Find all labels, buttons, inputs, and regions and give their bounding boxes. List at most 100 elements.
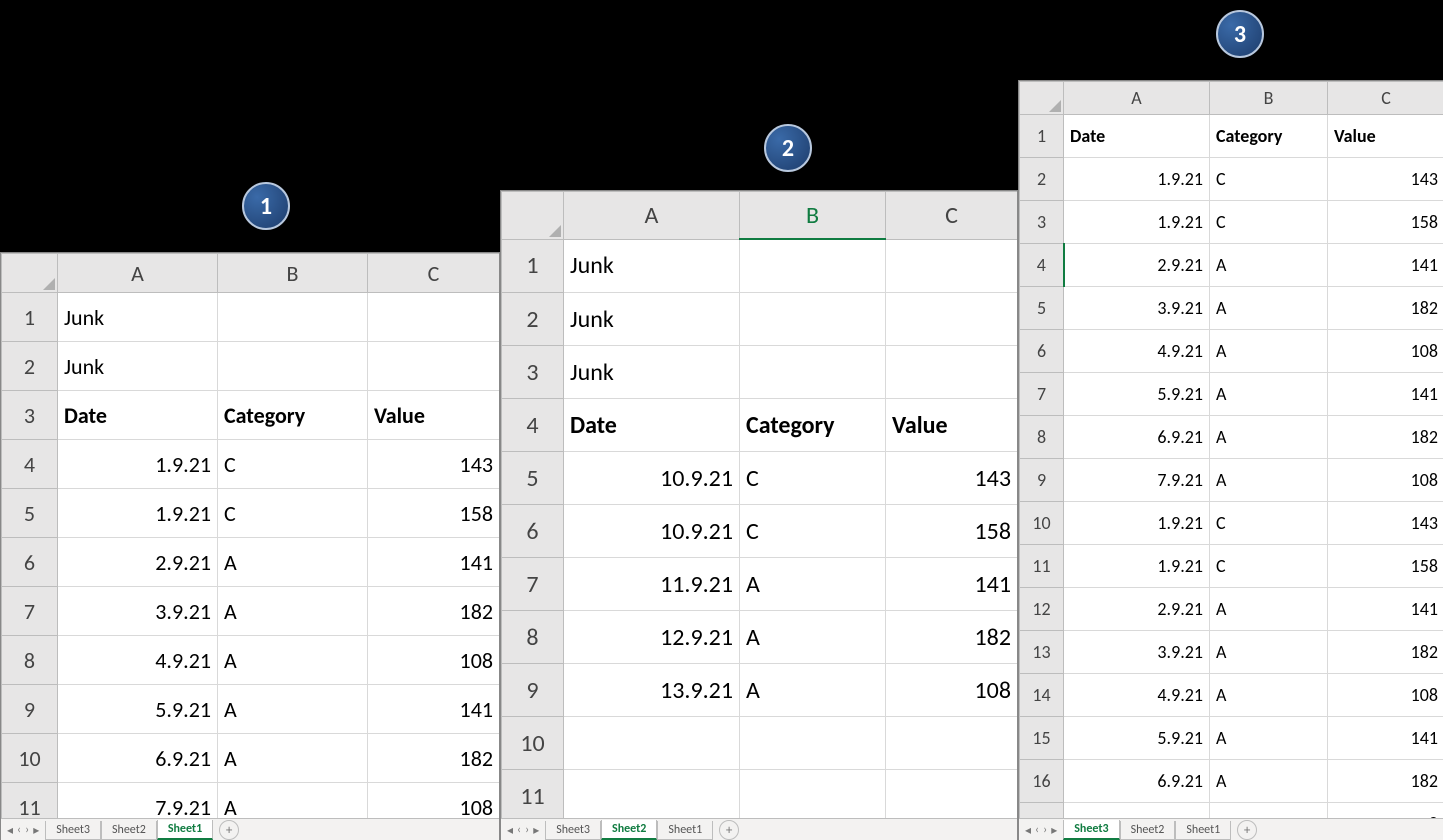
cell[interactable]: C — [1210, 201, 1328, 244]
cell[interactable]: 158 — [1328, 545, 1443, 588]
row-header[interactable]: 14 — [1020, 674, 1064, 717]
row-header[interactable]: 17 — [1020, 803, 1064, 819]
cell[interactable]: 143 — [1328, 158, 1443, 201]
column-header-A[interactable]: A — [1064, 82, 1210, 115]
row-header[interactable]: 10 — [1020, 502, 1064, 545]
cell[interactable]: 108 — [368, 783, 500, 819]
cell[interactable]: 5.9.21 — [1064, 373, 1210, 416]
cell[interactable]: A — [218, 685, 368, 734]
cell[interactable]: 158 — [1328, 201, 1443, 244]
select-all-corner[interactable] — [1020, 82, 1064, 115]
row-header[interactable]: 4 — [2, 440, 58, 489]
cell[interactable]: A — [1210, 459, 1328, 502]
column-header-C[interactable]: C — [368, 254, 500, 293]
cell[interactable]: 158 — [368, 489, 500, 538]
cell[interactable]: C — [1210, 502, 1328, 545]
row-header[interactable]: 7 — [1020, 373, 1064, 416]
cell[interactable]: A — [1210, 416, 1328, 459]
row-header[interactable]: 11 — [2, 783, 58, 819]
cell[interactable]: C — [1210, 545, 1328, 588]
cell[interactable]: 182 — [886, 611, 1018, 664]
cell[interactable]: 4.9.21 — [1064, 330, 1210, 373]
tab-nav-next[interactable]: › — [525, 823, 529, 838]
row-header[interactable]: 6 — [1020, 330, 1064, 373]
sheet-tab[interactable]: Sheet1 — [657, 821, 713, 840]
cell[interactable]: A — [218, 587, 368, 636]
cell[interactable]: 6.9.21 — [1064, 760, 1210, 803]
column-header-B[interactable]: B — [1210, 82, 1328, 115]
cell[interactable]: A — [1210, 631, 1328, 674]
cell[interactable]: 5.9.21 — [58, 685, 218, 734]
cell[interactable]: 143 — [368, 440, 500, 489]
cell[interactable]: Value — [886, 399, 1018, 452]
cell[interactable]: A — [218, 538, 368, 587]
cell[interactable]: 182 — [368, 587, 500, 636]
cell[interactable]: C — [740, 505, 886, 558]
cell[interactable]: Junk — [58, 293, 218, 342]
row-header[interactable]: 6 — [2, 538, 58, 587]
cell[interactable] — [218, 342, 368, 391]
row-header[interactable]: 10 — [2, 734, 58, 783]
column-header-C[interactable]: C — [1328, 82, 1443, 115]
row-header[interactable]: 15 — [1020, 717, 1064, 760]
cell[interactable]: A — [740, 611, 886, 664]
cell[interactable]: 158 — [886, 505, 1018, 558]
row-header[interactable]: 3 — [1020, 201, 1064, 244]
cell[interactable]: Category — [740, 399, 886, 452]
cell[interactable]: 3.9.21 — [58, 587, 218, 636]
cell[interactable]: 1.9.21 — [1064, 201, 1210, 244]
cell[interactable]: Junk — [564, 239, 740, 293]
cell[interactable]: 141 — [368, 538, 500, 587]
cell[interactable]: 108 — [1328, 330, 1443, 373]
row-header[interactable]: 4 — [502, 399, 564, 452]
cell[interactable]: 108 — [368, 636, 500, 685]
row-header[interactable]: 6 — [502, 505, 564, 558]
row-header[interactable]: 13 — [1020, 631, 1064, 674]
cell[interactable]: 108 — [1328, 803, 1443, 819]
cell[interactable]: 3.9.21 — [1064, 287, 1210, 330]
tab-nav-prev[interactable]: ‹ — [1035, 823, 1039, 838]
row-header[interactable]: 8 — [502, 611, 564, 664]
row-header[interactable]: 2 — [1020, 158, 1064, 201]
cell[interactable]: A — [1210, 674, 1328, 717]
sheet-tab[interactable]: Sheet3 — [1063, 820, 1119, 840]
cell[interactable]: 1.9.21 — [1064, 158, 1210, 201]
column-header-A[interactable]: A — [564, 192, 740, 240]
cell[interactable]: 143 — [1328, 502, 1443, 545]
tab-nav-prev[interactable]: ‹ — [517, 823, 521, 838]
cell[interactable]: Junk — [564, 346, 740, 399]
row-header[interactable]: 9 — [1020, 459, 1064, 502]
cell[interactable] — [886, 717, 1018, 770]
add-sheet-button[interactable]: + — [219, 820, 239, 840]
tab-nav-last[interactable]: ▸ — [1051, 823, 1057, 838]
cell[interactable] — [368, 342, 500, 391]
cell[interactable]: Junk — [564, 293, 740, 346]
cell[interactable]: Junk — [58, 342, 218, 391]
cell[interactable]: 10.9.21 — [564, 505, 740, 558]
row-header[interactable]: 7 — [502, 558, 564, 611]
cell[interactable]: Date — [564, 399, 740, 452]
cell[interactable] — [740, 293, 886, 346]
column-header-B[interactable]: B — [218, 254, 368, 293]
row-header[interactable]: 9 — [502, 664, 564, 717]
cell[interactable]: 141 — [1328, 588, 1443, 631]
cell[interactable]: 141 — [1328, 244, 1443, 287]
sheet-tab[interactable]: Sheet2 — [101, 821, 157, 840]
tab-nav-next[interactable]: › — [25, 823, 29, 838]
row-header[interactable]: 3 — [2, 391, 58, 440]
cell[interactable] — [740, 717, 886, 770]
cell[interactable]: Value — [1328, 115, 1443, 158]
cell[interactable]: Date — [1064, 115, 1210, 158]
column-header-B[interactable]: B — [740, 192, 886, 240]
cell[interactable]: 2.9.21 — [1064, 588, 1210, 631]
cell[interactable]: 1.9.21 — [58, 440, 218, 489]
row-header[interactable]: 9 — [2, 685, 58, 734]
cell[interactable]: 108 — [886, 664, 1018, 717]
add-sheet-button[interactable]: + — [1237, 820, 1257, 840]
sheet-tab[interactable]: Sheet1 — [157, 820, 213, 840]
sheet-tab[interactable]: Sheet2 — [1120, 821, 1176, 840]
select-all-corner[interactable] — [2, 254, 58, 293]
cell[interactable]: 1.9.21 — [1064, 545, 1210, 588]
cell[interactable]: 4.9.21 — [58, 636, 218, 685]
cell[interactable] — [564, 717, 740, 770]
